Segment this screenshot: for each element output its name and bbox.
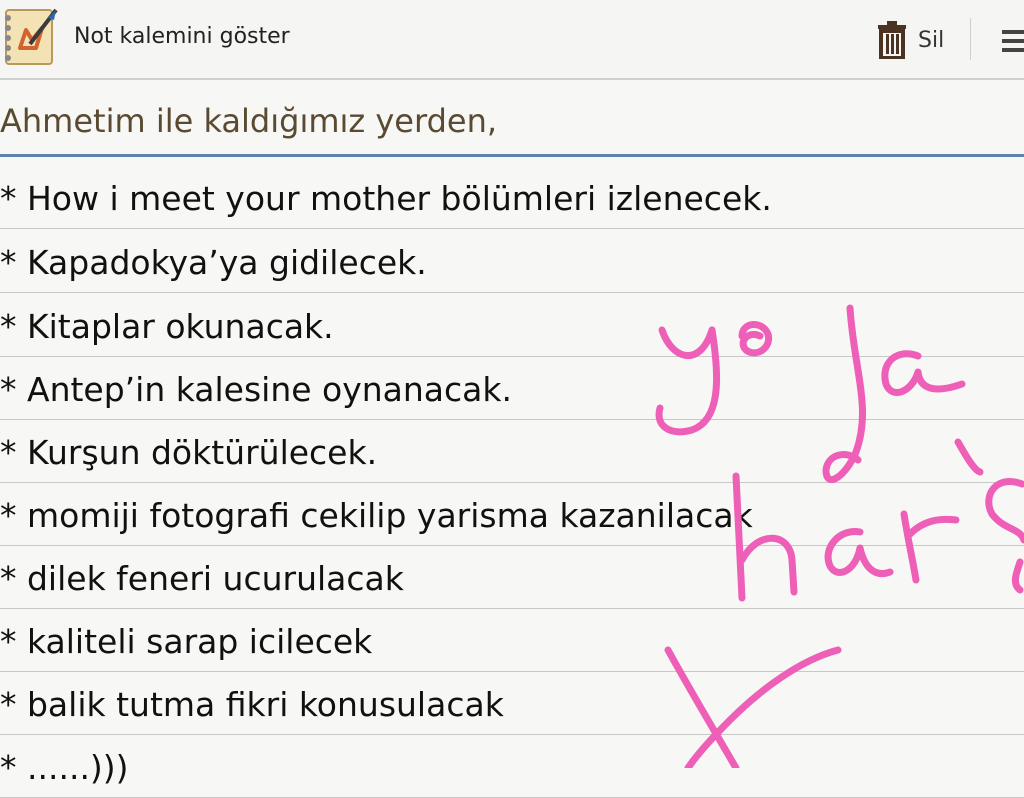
note-line[interactable]: * kaliteli sarap icilecek — [0, 609, 1024, 672]
note-title[interactable]: Ahmetim ile kaldığımız yerden, — [0, 102, 497, 140]
note-line[interactable]: * balik tutma fikri konusulacak — [0, 672, 1024, 735]
note-line[interactable]: * momiji fotografi cekilip yarisma kazan… — [0, 483, 1024, 546]
note-line-text: * Kapadokya’ya gidilecek. — [0, 243, 427, 282]
note-line-text: * kaliteli sarap icilecek — [0, 622, 373, 661]
note-line[interactable]: * Kitaplar okunacak. — [0, 294, 1024, 357]
note-line[interactable]: * dilek feneri ucurulacak — [0, 546, 1024, 609]
note-line[interactable]: * ......))) — [0, 735, 1024, 798]
note-line[interactable]: * Kapadokya’ya gidilecek. — [0, 230, 1024, 293]
note-line-text: * dilek feneri ucurulacak — [0, 559, 404, 598]
note-line-text: * How i meet your mother bölümleri izlen… — [0, 179, 772, 218]
delete-label: Sil — [918, 27, 945, 53]
overflow-menu-icon[interactable] — [998, 22, 1024, 58]
note-body[interactable]: * How i meet your mother bölümleri izlen… — [0, 166, 1024, 798]
note-line-text: * Kurşun döktürülecek. — [0, 433, 378, 472]
note-line[interactable]: * How i meet your mother bölümleri izlen… — [0, 166, 1024, 229]
note-line-text: * momiji fotografi cekilip yarisma kazan… — [0, 496, 753, 535]
delete-button[interactable]: Sil — [872, 16, 962, 64]
note-line-text: * balik tutma fikri konusulacak — [0, 685, 504, 724]
notebook-pen-icon[interactable] — [0, 4, 58, 68]
title-underline — [0, 154, 1024, 157]
trash-icon — [878, 21, 906, 59]
show-pen-label[interactable]: Not kalemini göster — [74, 24, 290, 49]
note-line-text: * Kitaplar okunacak. — [0, 307, 334, 346]
toolbar: Not kalemini göster Sil — [0, 0, 1024, 80]
note-line-text: * Antep’in kalesine oynanacak. — [0, 370, 512, 409]
note-line[interactable]: * Antep’in kalesine oynanacak. — [0, 357, 1024, 420]
toolbar-divider — [970, 18, 971, 60]
note-line[interactable]: * Kurşun döktürülecek. — [0, 420, 1024, 483]
